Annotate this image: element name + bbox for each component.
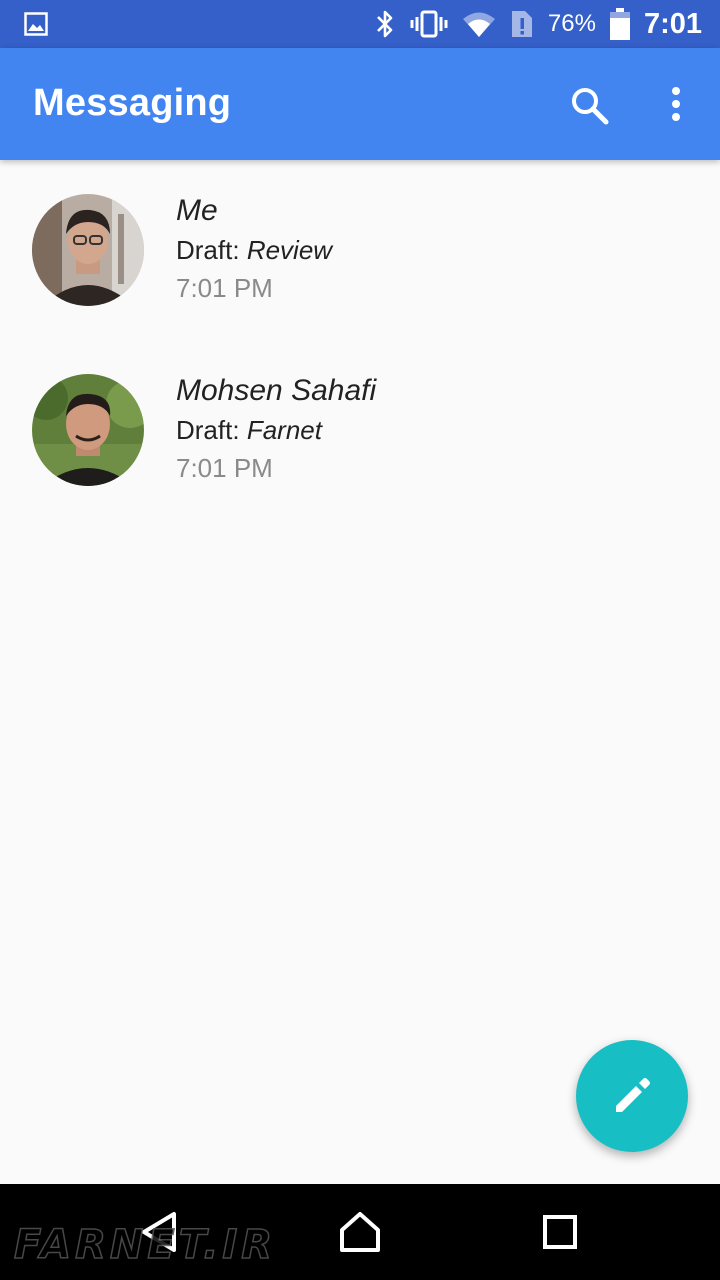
- battery-percent: 76%: [547, 10, 596, 37]
- image-icon: [24, 12, 48, 36]
- conversation-item[interactable]: Me Draft: Review 7:01 PM: [0, 160, 720, 340]
- watermark-text: FARNET.IR: [13, 1221, 277, 1269]
- draft-text: Farnet: [246, 415, 322, 445]
- recents-button[interactable]: [536, 1208, 584, 1256]
- draft-label: Draft:: [176, 235, 240, 265]
- status-bar: 76% 7:01: [0, 0, 720, 48]
- search-icon: [572, 88, 609, 125]
- conversation-list: Me Draft: Review 7:01 PM Mohsen Sahafi D…: [0, 160, 720, 520]
- status-clock: 7:01: [643, 7, 702, 40]
- draft-text: Review: [246, 235, 333, 265]
- compose-button[interactable]: [576, 1040, 688, 1152]
- vibrate-icon: [410, 10, 448, 38]
- bluetooth-icon: [376, 10, 393, 38]
- more-vert-icon: [672, 87, 680, 121]
- home-button[interactable]: [336, 1208, 384, 1256]
- contact-name: Mohsen Sahafi: [176, 374, 377, 407]
- conversation-item[interactable]: Mohsen Sahafi Draft: Farnet 7:01 PM: [0, 340, 720, 520]
- battery-icon: [609, 8, 630, 40]
- draft-label: Draft:: [176, 415, 240, 445]
- draft-snippet: Draft: Farnet: [176, 415, 322, 446]
- search-button[interactable]: [566, 82, 614, 130]
- timestamp: 7:01 PM: [176, 453, 273, 483]
- more-options-button[interactable]: [652, 82, 700, 130]
- no-sim-icon: [511, 11, 532, 37]
- recents-icon: [543, 1215, 577, 1249]
- home-icon: [340, 1212, 380, 1252]
- wifi-icon: [462, 12, 495, 37]
- pencil-icon: [616, 1078, 650, 1112]
- draft-snippet: Draft: Review: [176, 235, 332, 266]
- page-title: Messaging: [33, 82, 232, 124]
- app-bar: Messaging: [0, 48, 720, 160]
- timestamp: 7:01 PM: [176, 273, 273, 303]
- contact-name: Me: [176, 194, 218, 227]
- avatar[interactable]: [32, 374, 144, 486]
- avatar[interactable]: [32, 194, 144, 306]
